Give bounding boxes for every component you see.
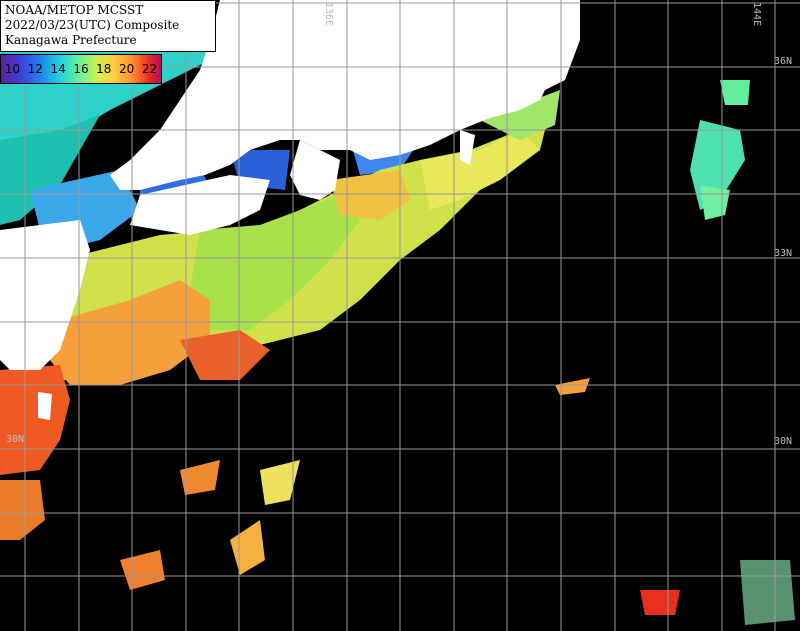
legend-value: 16	[73, 62, 89, 76]
map-title-box: NOAA/METOP MCSST 2022/03/23(UTC) Composi…	[0, 0, 216, 52]
legend-value: 18	[96, 62, 112, 76]
lon-label-136e: 136E	[323, 2, 334, 27]
lat-label-33n: 33N	[774, 248, 793, 259]
title-line-1: NOAA/METOP MCSST	[5, 3, 144, 17]
sst-map: NOAA/METOP MCSST 2022/03/23(UTC) Composi…	[0, 0, 800, 631]
lat-lon-grid	[0, 0, 800, 631]
temperature-legend: 10 12 14 16 18 20 22	[0, 54, 162, 84]
lat-label-30n-left: 30N	[6, 434, 25, 445]
legend-value: 20	[119, 62, 135, 76]
title-line-3: Kanagawa Prefecture	[5, 33, 137, 47]
lat-label-36n: 36N	[774, 56, 793, 67]
legend-value: 14	[50, 62, 66, 76]
legend-value: 10	[4, 62, 21, 76]
lat-label-30n-right: 30N	[774, 436, 793, 447]
title-line-2: 2022/03/23(UTC) Composite	[5, 18, 180, 32]
legend-value: 22	[141, 62, 158, 76]
legend-value: 12	[27, 62, 43, 76]
lon-label-144e: 144E	[751, 2, 762, 27]
